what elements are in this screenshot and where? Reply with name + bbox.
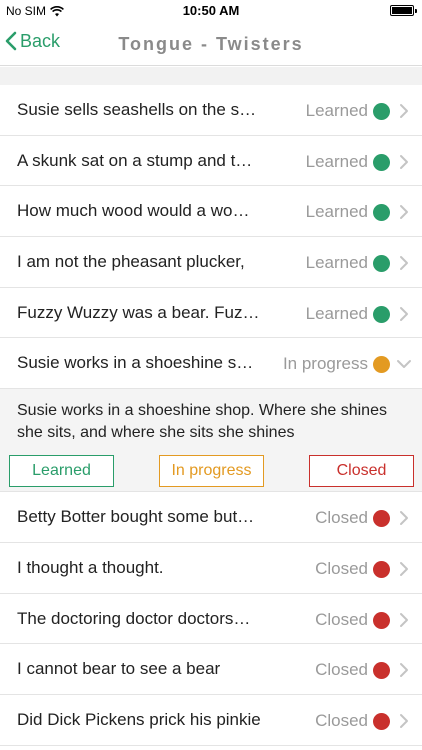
chevron-right-icon[interactable] xyxy=(396,712,412,730)
status-dot xyxy=(373,153,390,171)
list-item-title: Fuzzy Wuzzy was a bear. Fuz… xyxy=(17,302,260,322)
list-item-expanded-header[interactable]: Susie works in a shoeshine s… In progres… xyxy=(0,338,422,390)
nav-bar: Back Tongue - Twisters xyxy=(0,22,422,66)
list-item[interactable]: Betty Botter bought some but… Closed xyxy=(0,492,422,543)
chevron-right-icon[interactable] xyxy=(396,611,412,629)
expanded-detail: Susie works in a shoeshine shop. Where s… xyxy=(0,389,422,493)
list-item-status: Learned xyxy=(305,151,368,171)
chevron-right-icon[interactable] xyxy=(396,153,412,171)
list-item-status: Closed xyxy=(315,710,368,730)
status-dot xyxy=(373,356,390,374)
list-item[interactable]: I am not the pheasant plucker, Learned xyxy=(0,237,422,288)
list-item-status: Learned xyxy=(305,202,368,222)
list-item-title: Betty Botter bought some but… xyxy=(17,507,255,527)
battery-icon xyxy=(390,5,417,16)
list-item[interactable]: I cannot bear to see a bear Closed xyxy=(0,644,422,695)
list-item-status: Closed xyxy=(315,660,368,680)
list-item[interactable]: A skunk sat on a stump and t… Learned xyxy=(0,136,422,187)
list-item-status: Closed xyxy=(315,609,368,629)
chevron-right-icon[interactable] xyxy=(396,305,412,323)
in-progress-button[interactable]: In progress xyxy=(159,455,264,488)
chevron-right-icon[interactable] xyxy=(396,509,412,527)
list-item-status: Closed xyxy=(315,558,368,578)
status-dot xyxy=(373,662,390,680)
learned-button[interactable]: Learned xyxy=(9,455,114,488)
chevron-right-icon[interactable] xyxy=(396,102,412,120)
chevron-right-icon[interactable] xyxy=(396,560,412,578)
list-item-title: Susie sells seashells on the s… xyxy=(17,100,257,119)
list-item[interactable]: Fuzzy Wuzzy was a bear. Fuz… Learned xyxy=(0,288,422,339)
chevron-right-icon[interactable] xyxy=(396,661,412,679)
list-item[interactable]: The doctoring doctor doctors… Closed xyxy=(0,594,422,645)
list-item-title: A skunk sat on a stump and t… xyxy=(17,150,253,170)
list-item-title: I am not the pheasant plucker, xyxy=(17,252,245,272)
chevron-right-icon[interactable] xyxy=(396,203,412,221)
chevron-right-icon[interactable] xyxy=(396,254,412,272)
status-bar: No SIM 10:50 AM xyxy=(0,0,422,22)
page-title: Tongue - Twisters xyxy=(118,34,304,54)
list-item-title: I cannot bear to see a bear xyxy=(17,659,221,679)
list-item[interactable]: I thought a thought. Closed xyxy=(0,543,422,594)
status-dot xyxy=(373,103,390,120)
list-item-status: Learned xyxy=(305,303,368,323)
status-dot xyxy=(373,712,390,730)
status-dot xyxy=(373,305,390,323)
status-dot xyxy=(373,560,390,578)
list-item-title: The doctoring doctor doctors… xyxy=(17,608,251,628)
status-dot xyxy=(373,510,390,528)
list-item-status: In progress xyxy=(282,354,368,374)
list-item-title: I thought a thought. xyxy=(17,557,164,577)
list-group-after: Betty Botter bought some but… Closed I tho… xyxy=(0,492,422,746)
tongue-twister-list: Susie sells seashells on the s… Learned A … xyxy=(0,85,422,746)
list-item-title: Did Dick Pickens prick his pinkie xyxy=(17,709,261,729)
list-item[interactable]: Susie sells seashells on the s… Learned xyxy=(0,85,422,136)
list-item-status: Learned xyxy=(305,101,368,120)
chevron-down-icon[interactable] xyxy=(396,355,412,373)
closed-button[interactable]: Closed xyxy=(309,455,414,488)
list-item-status: Closed xyxy=(315,508,368,528)
list-item-title: Susie works in a shoeshine s… xyxy=(17,353,254,373)
list-item[interactable]: How much wood would a wo… Learned xyxy=(0,186,422,238)
section-spacer xyxy=(0,67,422,85)
list-group-before: Susie sells seashells on the s… Learned A … xyxy=(0,85,422,339)
status-dot xyxy=(373,255,390,273)
status-time: 10:50 AM xyxy=(182,3,240,18)
full-text: Susie works in a shoeshine shop. Where s… xyxy=(17,402,387,442)
list-item-status: Learned xyxy=(305,253,368,273)
status-dot xyxy=(373,204,390,222)
status-dot xyxy=(373,611,390,629)
list-item[interactable]: Did Dick Pickens prick his pinkie Closed xyxy=(0,695,422,746)
list-item-title: How much wood would a wo… xyxy=(17,201,250,221)
